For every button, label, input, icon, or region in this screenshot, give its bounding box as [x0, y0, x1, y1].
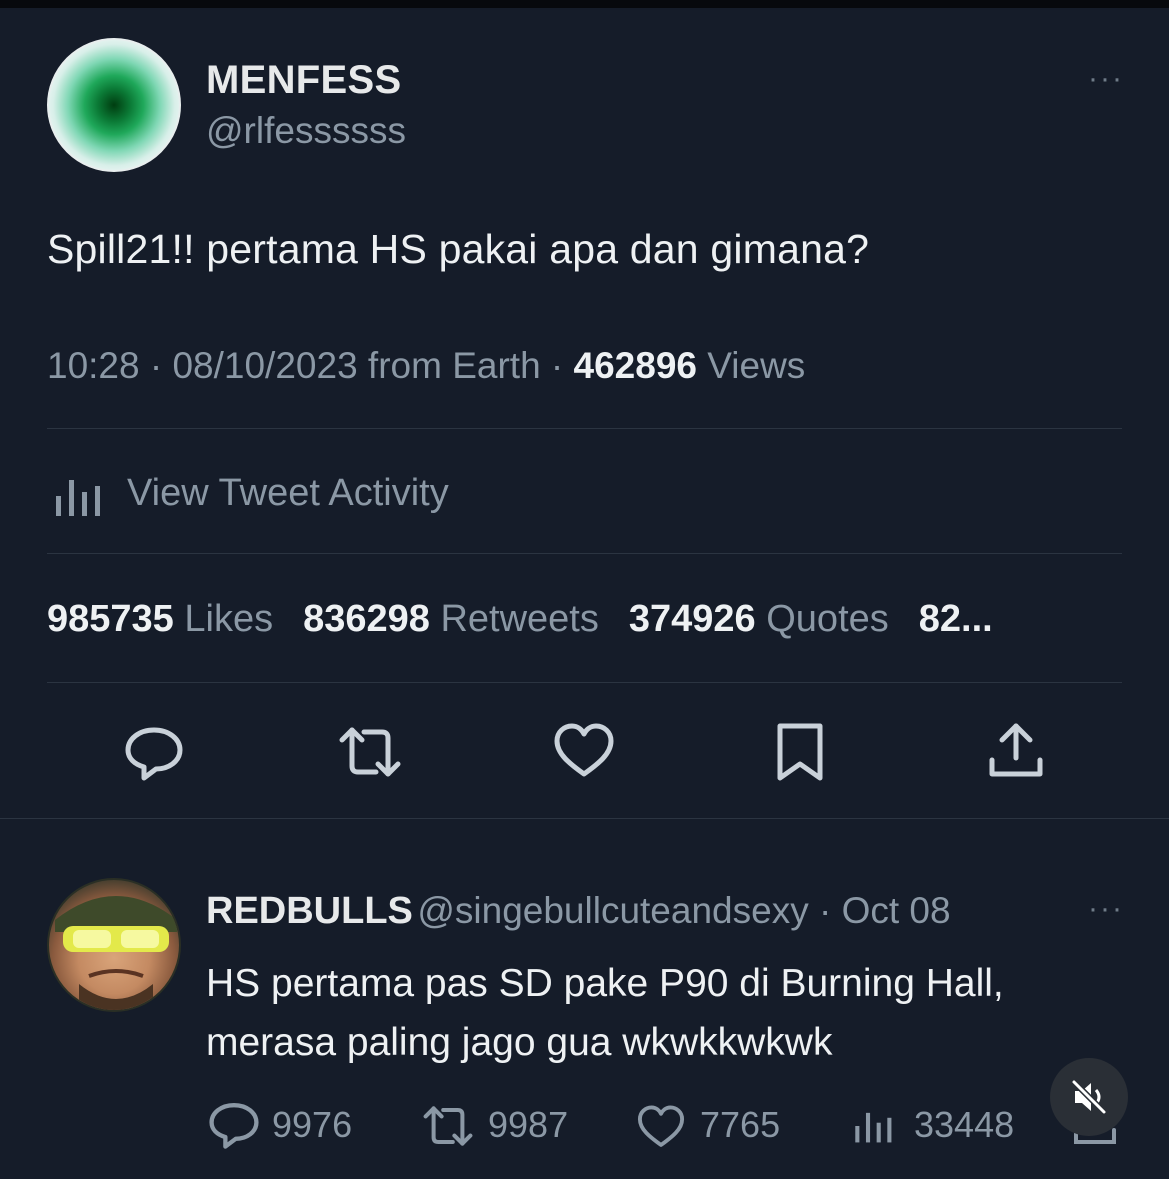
divider — [47, 553, 1122, 554]
engagement-stats: 985735 Likes 836298 Retweets 374926 Quotes… — [47, 598, 993, 641]
share-icon[interactable] — [984, 718, 1048, 782]
like-icon[interactable] — [552, 722, 616, 780]
reply-header: REDBULLS @singebullcuteandsexy · Oct 08 — [206, 890, 951, 933]
bookmark-icon[interactable] — [772, 720, 828, 784]
quotes-stat[interactable]: 374926 Quotes — [629, 598, 889, 640]
reply-text-line-2: merasa paling jago gua wkwkkwkwk — [206, 1021, 833, 1064]
reply-icon[interactable] — [122, 720, 186, 784]
more-options-icon[interactable]: ··· — [1088, 62, 1124, 96]
reply-like-count: 7765 — [700, 1104, 781, 1145]
views-label: Views — [697, 345, 806, 386]
reply-author-avatar[interactable] — [47, 878, 181, 1012]
bookmarks-stat[interactable]: 82... — [919, 598, 993, 640]
retweets-stat[interactable]: 836298 Retweets — [303, 598, 599, 640]
author-name[interactable]: MENFESS — [206, 58, 401, 103]
section-divider — [0, 818, 1169, 819]
reply-retweet-icon[interactable] — [418, 1102, 478, 1150]
view-tweet-activity-link[interactable]: View Tweet Activity — [127, 472, 449, 515]
author-handle[interactable]: @rlfessssss — [206, 110, 406, 152]
divider — [47, 682, 1122, 683]
reply-reply-icon[interactable] — [206, 1100, 262, 1150]
reply-retweet-count: 9987 — [488, 1104, 569, 1145]
reply-more-options-icon[interactable]: ··· — [1088, 892, 1124, 926]
reply-views-count: 33448 — [914, 1104, 1015, 1145]
tweet-text: Spill21!! pertama HS pakai apa dan giman… — [47, 226, 870, 272]
reply-reply-count: 9976 — [272, 1104, 353, 1145]
retweet-icon[interactable] — [334, 722, 406, 782]
reply-text-line-1: HS pertama pas SD pake P90 di Burning Ha… — [206, 962, 1004, 1005]
views-count: 462896 — [573, 345, 697, 386]
tweet-meta: 10:28 · 08/10/2023 from Earth · 462896 V… — [47, 345, 805, 387]
reply-views-icon[interactable] — [852, 1106, 898, 1146]
mute-button[interactable] — [1050, 1058, 1128, 1136]
reply-like-icon[interactable] — [636, 1104, 686, 1150]
speaker-muted-icon — [1069, 1077, 1109, 1117]
reply-author-name[interactable]: REDBULLS — [206, 890, 413, 932]
tweet-timestamp: 10:28 · 08/10/2023 from Earth · — [47, 345, 574, 386]
likes-stat[interactable]: 985735 Likes — [47, 598, 273, 640]
analytics-icon[interactable] — [52, 474, 108, 518]
top-edge — [0, 0, 1169, 8]
author-avatar[interactable] — [47, 38, 181, 172]
reply-author-handle[interactable]: @singebullcuteandsexy · Oct 08 — [417, 890, 950, 931]
divider — [47, 428, 1122, 429]
